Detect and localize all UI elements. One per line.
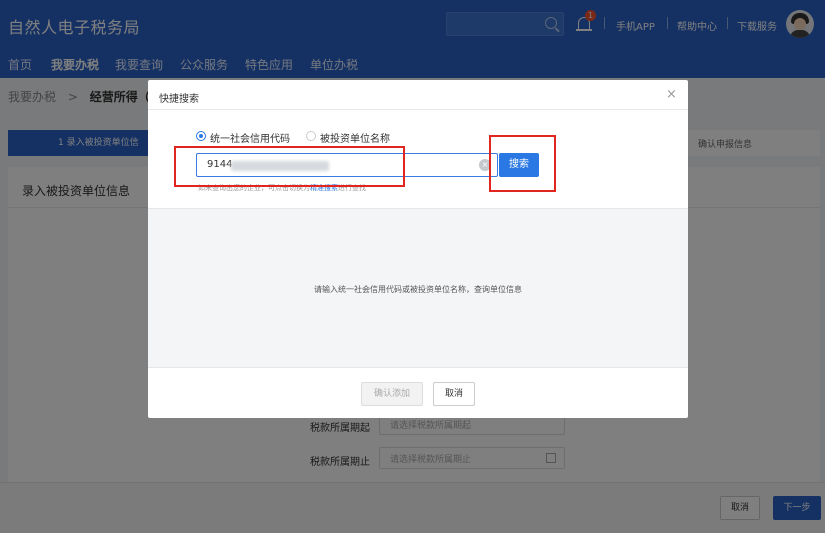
divider <box>148 109 688 110</box>
radio-credit-code[interactable] <box>196 131 206 141</box>
dialog-title: 快捷搜索 <box>159 94 199 105</box>
quick-search-dialog: 快捷搜索 × 统一社会信用代码 被投资单位名称 9144 × 搜索 如未查询出您… <box>148 80 688 418</box>
confirm-add-button[interactable]: 确认添加 <box>361 382 423 406</box>
close-icon[interactable]: × <box>666 87 677 102</box>
highlight-box-search <box>489 135 556 192</box>
highlight-box-input <box>174 146 405 187</box>
dialog-cancel-button[interactable]: 取消 <box>433 382 475 406</box>
radio-company-name[interactable] <box>306 131 316 141</box>
empty-state-message: 请输入统一社会信用代码或被投资单位名称，查询单位信息 <box>314 285 522 294</box>
radio-company-name-label[interactable]: 被投资单位名称 <box>320 130 390 145</box>
search-results-area: 请输入统一社会信用代码或被投资单位名称，查询单位信息 <box>148 208 688 368</box>
radio-credit-code-label[interactable]: 统一社会信用代码 <box>210 130 290 145</box>
